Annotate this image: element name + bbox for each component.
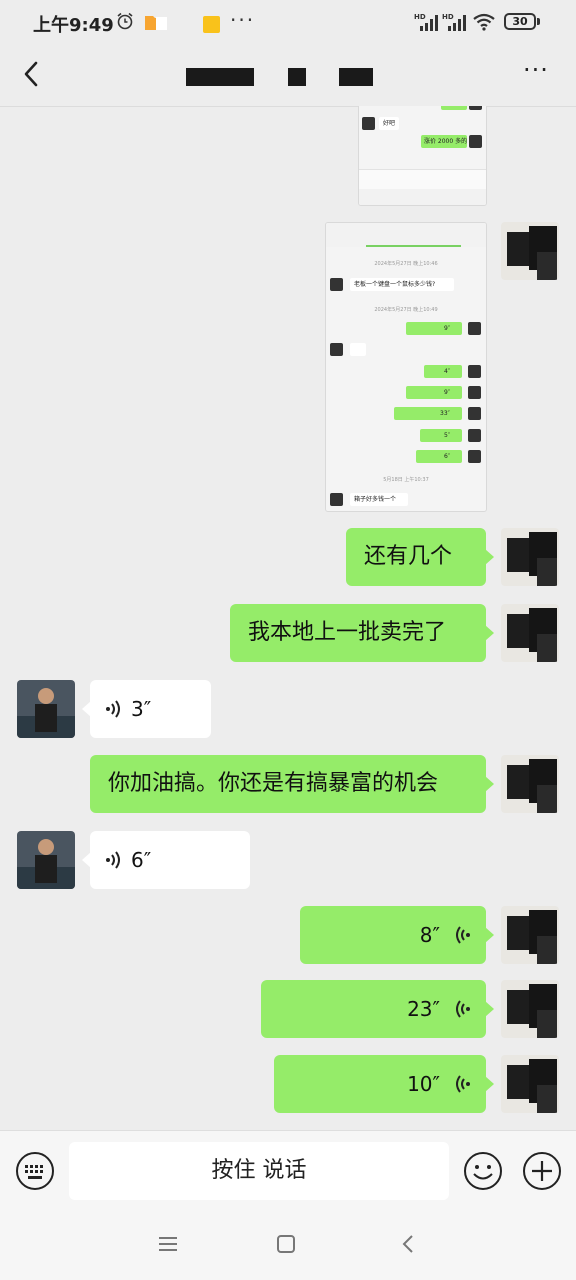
plus-icon[interactable] [522, 1151, 562, 1191]
voice-message-incoming[interactable]: 3″ [82, 680, 211, 738]
battery-tip [537, 18, 540, 25]
mini-divider [366, 245, 461, 247]
voice-icon [456, 1000, 470, 1018]
my-avatar[interactable] [501, 980, 559, 1038]
mini-header [326, 223, 486, 247]
mini-avatar [330, 343, 343, 356]
mini-avatar [330, 493, 343, 506]
mini-bubble: 箱子好多钱一个 [350, 493, 408, 506]
voice-duration: 6″ [131, 848, 152, 872]
voice-message-outgoing[interactable]: 10″ [274, 1055, 494, 1113]
mini-voice: 9″ [406, 386, 462, 399]
mini-voice: 6″ [416, 450, 462, 463]
mini-voice: 33″ [394, 407, 462, 420]
hold-to-talk-button[interactable]: 按住 说话 [69, 1142, 449, 1200]
emoji-icon[interactable] [463, 1151, 503, 1191]
home-icon[interactable] [276, 1234, 296, 1254]
mini-bubble [441, 106, 467, 110]
my-avatar[interactable] [501, 1055, 559, 1113]
menu-icon[interactable] [157, 1234, 179, 1254]
voice-icon [456, 1075, 470, 1093]
mini-avatar [468, 450, 481, 463]
voice-message-incoming[interactable]: 6″ [82, 831, 250, 889]
mini-bubble: 老板一个键盘一个鼠标多少钱? [350, 278, 454, 291]
contact-avatar[interactable] [17, 680, 75, 738]
mini-bubble: 好吧 [379, 117, 399, 130]
voice-duration: 8″ [419, 923, 440, 947]
mini-avatar [468, 365, 481, 378]
chat-title-redacted-3 [339, 68, 373, 86]
voice-message-outgoing[interactable]: 8″ [300, 906, 494, 964]
signal-hd-2-icon: HD [442, 13, 466, 31]
voice-duration: 10″ [407, 1072, 440, 1096]
voice-duration: 3″ [131, 697, 152, 721]
alarm-icon [117, 12, 133, 30]
mini-voice: 4″ [424, 365, 462, 378]
voice-message-outgoing[interactable]: 23″ [261, 980, 494, 1038]
my-avatar[interactable] [501, 528, 559, 586]
mini-input-bar [359, 169, 486, 190]
message-bubble-outgoing[interactable]: 你加油搞。你还是有搞暴富的机会 [90, 755, 494, 813]
input-bar: 按住 说话 [0, 1130, 576, 1211]
status-time: 上午9:49 [33, 15, 114, 36]
svg-text:HD: HD [414, 13, 426, 21]
chat-image-message[interactable]: 好吧 涨价 2000 多的 [358, 106, 487, 206]
contact-avatar[interactable] [17, 831, 75, 889]
mini-avatar [330, 278, 343, 291]
mini-emoji-bubble [350, 343, 366, 356]
message-bubble-outgoing[interactable]: 我本地上一批卖完了 [230, 604, 494, 662]
voice-icon [456, 926, 470, 944]
svg-text:HD: HD [442, 13, 454, 21]
message-list[interactable]: 好吧 涨价 2000 多的 2024年5月27日 晚上10:46 老板一个键盘一… [0, 106, 576, 1130]
signal-hd-icon: HD [414, 13, 438, 31]
more-options-button[interactable]: ··· [518, 58, 554, 88]
system-nav-bar [0, 1210, 576, 1280]
app-notification-icon [203, 16, 220, 33]
nav-back-icon[interactable] [398, 1233, 418, 1255]
my-avatar[interactable] [501, 604, 559, 662]
message-bubble-outgoing[interactable]: 还有几个 [346, 528, 494, 586]
chat-header: ··· [0, 44, 576, 107]
mini-bubble: 涨价 2000 多的 [421, 135, 467, 148]
chat-title-redacted [186, 68, 254, 86]
battery-indicator: 30 [504, 13, 536, 30]
folder-notification-icon [145, 16, 167, 30]
chat-image-message[interactable]: 2024年5月27日 晚上10:46 老板一个键盘一个鼠标多少钱? 2024年5… [325, 222, 487, 512]
my-avatar[interactable] [501, 906, 559, 964]
mini-voice: 9″ [406, 322, 462, 335]
voice-icon [106, 851, 120, 869]
mini-avatar [468, 386, 481, 399]
mini-avatar [469, 106, 482, 110]
my-avatar[interactable] [501, 222, 559, 280]
mini-voice: 5″ [420, 429, 462, 442]
more-notifications-icon: ··· [230, 8, 256, 32]
voice-icon [106, 700, 120, 718]
mini-avatar [362, 117, 375, 130]
mini-avatar [468, 429, 481, 442]
mini-avatar [468, 407, 481, 420]
my-avatar[interactable] [501, 755, 559, 813]
keyboard-icon[interactable] [15, 1151, 55, 1191]
voice-duration: 23″ [407, 997, 440, 1021]
mini-nav-bar [359, 189, 486, 205]
status-bar: 上午9:49 ··· HD HD 30 [0, 0, 576, 44]
mini-avatar [468, 322, 481, 335]
mini-avatar [469, 135, 482, 148]
chat-title-redacted-2 [288, 68, 306, 86]
wifi-icon [473, 13, 495, 31]
back-arrow-icon[interactable] [14, 56, 50, 92]
